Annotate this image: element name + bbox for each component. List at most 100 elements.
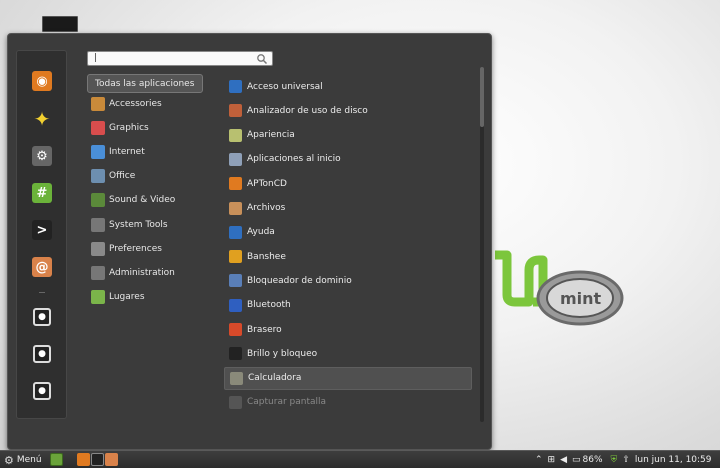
launcher-software-icon[interactable] [105, 453, 118, 466]
category-graphics[interactable]: Graphics [87, 118, 203, 137]
favorites-separator [39, 292, 45, 293]
app-bluetooth[interactable]: Bluetooth [224, 294, 472, 317]
scrollbar[interactable] [480, 67, 484, 422]
app-archivos[interactable]: Archivos [224, 197, 472, 220]
help-icon [229, 225, 242, 239]
favorite-shutdown-button[interactable]: ● [29, 378, 55, 404]
accessibility-icon [229, 80, 242, 93]
category-label: Todas las aplicaciones [95, 78, 195, 89]
app-bloqueador-de-dominio[interactable]: Bloqueador de dominio [224, 269, 472, 292]
app-ayuda[interactable]: Ayuda [224, 221, 472, 244]
search-icon [257, 54, 268, 65]
brasero-icon [229, 323, 242, 336]
category-preferences[interactable]: Preferences [87, 239, 203, 258]
svg-text:mint: mint [560, 289, 602, 308]
app-capturar-pantalla[interactable]: Capturar pantalla [224, 391, 472, 414]
category-label: Graphics [109, 122, 149, 133]
startup-apps-icon [229, 152, 242, 166]
office-icon [91, 168, 105, 183]
category-accessories[interactable]: Accessories [87, 94, 203, 113]
volume-icon[interactable]: ◀ [560, 455, 567, 465]
up-arrow-icon[interactable]: ⌃ [535, 455, 543, 465]
screenshot-icon [229, 395, 242, 409]
category-label: Accessories [109, 98, 162, 109]
favorite-star-app-button[interactable]: ✦ [29, 106, 55, 132]
app-acceso-universal[interactable]: Acceso universal [224, 75, 472, 98]
category-internet[interactable]: Internet [87, 142, 203, 161]
launcher-terminal-icon[interactable] [91, 453, 104, 466]
app-brillo-y-bloqueo[interactable]: Brillo y bloqueo [224, 342, 472, 365]
app-aptoncd[interactable]: APTonCD [224, 172, 472, 195]
bluetooth-icon [229, 298, 242, 312]
eye-app-icon: ◉ [32, 71, 52, 91]
category-label: Office [109, 170, 136, 181]
domain-blocker-icon [229, 274, 242, 288]
disk-usage-icon [229, 104, 242, 118]
app-banshee[interactable]: Banshee [224, 245, 472, 268]
internet-icon [91, 144, 105, 159]
banshee-icon [229, 250, 242, 264]
category-label: Lugares [109, 291, 145, 302]
category-office[interactable]: Office [87, 166, 203, 185]
app-label: Aplicaciones al inicio [247, 154, 341, 165]
menu-button[interactable]: ⚙ Menú [4, 453, 42, 467]
system-tools-icon [91, 217, 105, 232]
app-label: Banshee [247, 251, 286, 262]
app-label: Bluetooth [247, 300, 291, 311]
favorite-eye-app-button[interactable]: ◉ [29, 68, 55, 94]
network-icon[interactable]: ⊞ [548, 455, 556, 465]
favorite-logout-button[interactable]: ● [29, 341, 55, 367]
logout-icon: ● [33, 345, 51, 363]
app-label: Archivos [247, 203, 286, 213]
folder-icon [91, 289, 105, 304]
app-calculadora[interactable]: Calculadora [224, 366, 472, 390]
scrollbar-thumb[interactable] [480, 67, 484, 127]
app-brasero[interactable]: Brasero [224, 318, 472, 341]
application-menu: ◉ ✦ ⚙ # > @ ● ● ● | Todas las aplicaciones Access… [7, 33, 492, 450]
battery-percent: 86% [582, 455, 603, 465]
synaptic-icon: ⚙ [32, 146, 52, 166]
category-sound-video[interactable]: Sound & Video [87, 190, 203, 209]
menu-label: Menú [16, 455, 42, 465]
app-label: Acceso universal [247, 81, 323, 92]
update-icon[interactable]: ⇧ [622, 455, 630, 465]
appearance-icon [229, 128, 242, 142]
category-label: Sound & Video [109, 194, 176, 205]
category-administration[interactable]: Administration [87, 263, 203, 282]
clock[interactable]: lun jun 11, 10:59 [635, 455, 712, 465]
category-label: System Tools [109, 219, 168, 230]
category-label: Preferences [109, 243, 162, 254]
app-label: Apariencia [247, 130, 295, 141]
show-desktop-icon[interactable] [50, 453, 63, 466]
terminal-hash-icon: # [32, 183, 52, 203]
favorites-sidebar: ◉ ✦ ⚙ # > @ ● ● ● [16, 50, 67, 419]
bottom-panel: ⚙ Menú ⌃ ⊞ ◀ ▭ 86% ⛨ ⇧ lun jun 11, 10:59 [0, 450, 720, 468]
archive-icon [229, 201, 242, 215]
launcher-eye-icon[interactable] [77, 453, 90, 466]
favorite-terminal-hash-button[interactable]: # [29, 180, 55, 206]
software-center-icon: @ [32, 257, 52, 277]
app-label: Bloqueador de dominio [247, 275, 352, 286]
favorite-terminal-button[interactable]: > [29, 217, 55, 243]
brightness-lock-icon [229, 347, 242, 361]
app-label: Analizador de uso de disco [247, 105, 368, 116]
favorite-lock-screen-button[interactable]: ● [29, 304, 55, 330]
favorite-synaptic-button[interactable]: ⚙ [29, 143, 55, 169]
category-system-tools[interactable]: System Tools [87, 215, 203, 234]
category-todas-las-aplicaciones[interactable]: Todas las aplicaciones [87, 74, 203, 93]
app-apariencia[interactable]: Apariencia [224, 124, 472, 147]
battery-icon[interactable]: ▭ [572, 455, 581, 465]
preferences-icon [91, 241, 105, 256]
aptoncd-icon [229, 177, 242, 191]
linux-mint-logo: mint [495, 250, 624, 326]
app-analizador-de-uso-de-disco[interactable]: Analizador de uso de disco [224, 99, 472, 122]
category-lugares[interactable]: Lugares [87, 287, 203, 306]
app-aplicaciones-al-inicio[interactable]: Aplicaciones al inicio [224, 148, 472, 171]
shield-icon[interactable]: ⛨ [611, 455, 618, 465]
desktop-widget [42, 16, 78, 32]
search-input[interactable]: | [87, 51, 273, 66]
app-label: Calculadora [248, 373, 302, 384]
category-label: Internet [109, 146, 145, 157]
lock-screen-icon: ● [33, 308, 51, 326]
favorite-software-center-button[interactable]: @ [29, 254, 55, 280]
